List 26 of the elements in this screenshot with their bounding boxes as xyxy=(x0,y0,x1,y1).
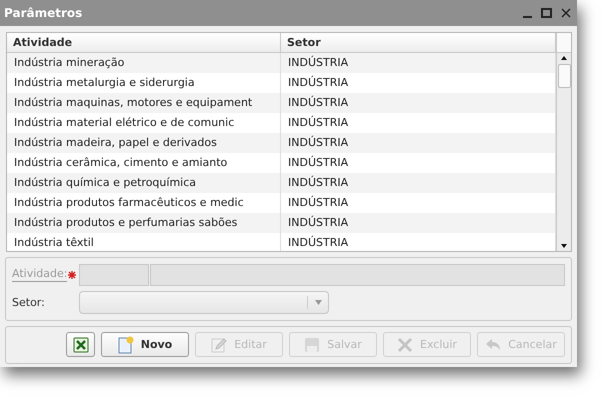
close-icon[interactable] xyxy=(561,8,571,18)
table-cell: Indústria mineração xyxy=(7,53,281,73)
new-document-icon xyxy=(118,336,134,354)
export-button[interactable] xyxy=(66,332,95,357)
dropdown-arrow-icon xyxy=(314,300,322,305)
scroll-up-icon[interactable] xyxy=(560,55,568,61)
undo-arrow-icon xyxy=(485,338,502,352)
close-icon xyxy=(397,336,414,352)
column-header[interactable]: Atividade xyxy=(7,33,281,52)
code-field[interactable] xyxy=(79,264,149,286)
new-button[interactable]: Novo xyxy=(101,332,189,357)
pencil-icon xyxy=(211,336,228,352)
spreadsheet-icon xyxy=(72,336,88,352)
table-cell: Indústria têxtil xyxy=(7,233,281,251)
table-cell: Indústria produtos e perfumarias sabões xyxy=(7,213,281,233)
activity-field[interactable] xyxy=(150,264,565,286)
maximize-icon[interactable] xyxy=(541,8,552,18)
window-title: Parâmetros xyxy=(4,6,84,20)
activity-label[interactable]: Atividade: xyxy=(12,267,68,282)
save-icon xyxy=(304,336,320,352)
table-cell: Indústria maquinas, motores e equipament xyxy=(7,93,281,113)
scroll-thumb[interactable] xyxy=(558,64,570,88)
table-cell: Indústria química e petroquímica xyxy=(7,173,281,193)
table-cell: Indústria madeira, papel e derivados xyxy=(7,133,281,153)
scroll-down-icon[interactable] xyxy=(560,243,568,249)
sector-label: Setor: xyxy=(12,296,45,310)
